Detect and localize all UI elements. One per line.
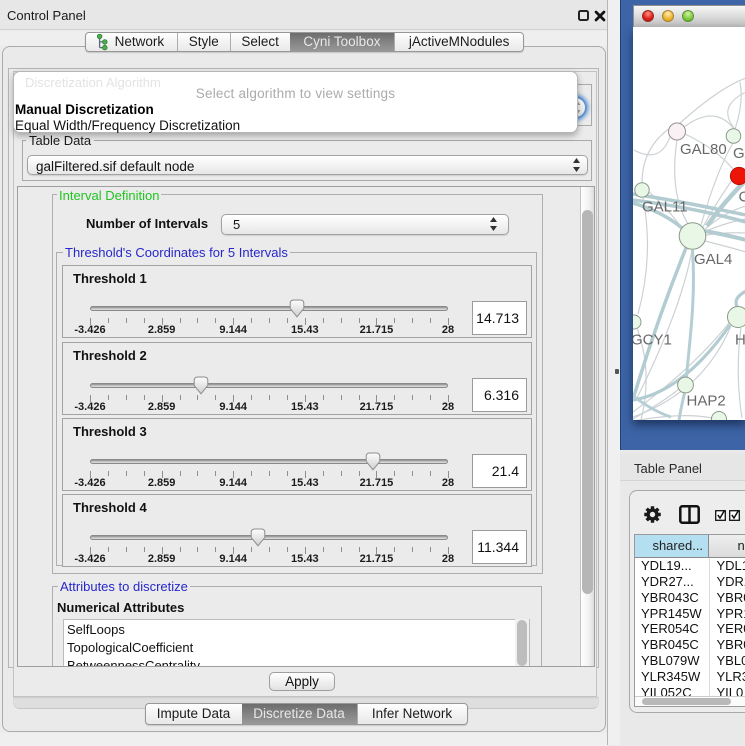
- svg-text:GCY1: GCY1: [633, 332, 672, 349]
- svg-text:H: H: [735, 332, 745, 349]
- svg-text:HAP2: HAP2: [687, 393, 726, 410]
- svg-text:GAL4: GAL4: [694, 251, 732, 268]
- svg-text:C: C: [739, 189, 745, 206]
- svg-text:GAL11: GAL11: [642, 199, 688, 216]
- svg-text:GA: GA: [733, 145, 745, 162]
- svg-text:GAL80: GAL80: [680, 141, 727, 158]
